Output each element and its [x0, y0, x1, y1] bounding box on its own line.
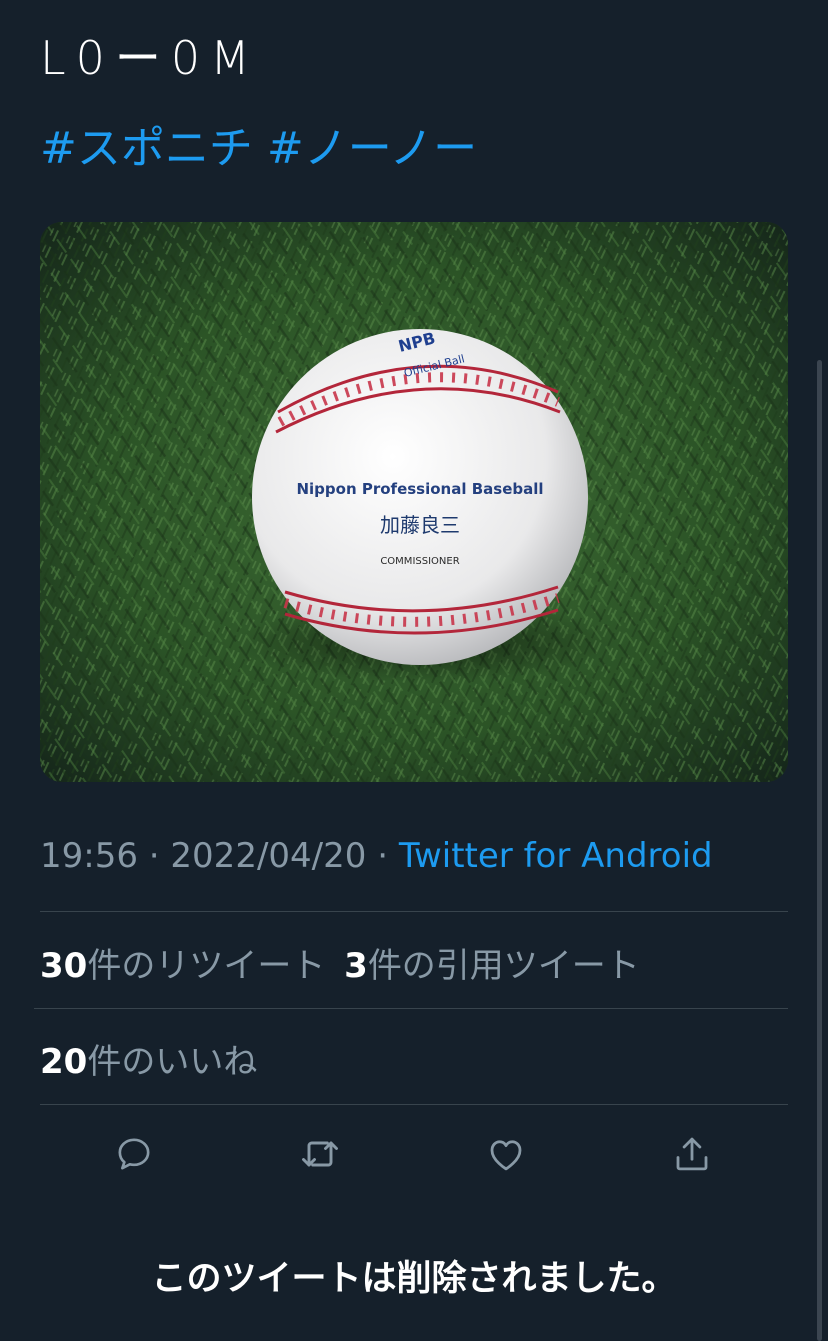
stats-row-likes: 20件のいいね — [40, 1034, 257, 1083]
tweet-text: L0ー0M — [40, 31, 260, 85]
tweet-date: 2022/04/20 — [170, 836, 367, 876]
share-button[interactable] — [666, 1128, 718, 1180]
ball-title-text: Nippon Professional Baseball — [296, 480, 543, 498]
ball-commissioner-text: COMMISSIONER — [380, 556, 459, 567]
hashtags: #スポニチ #ノーノー — [40, 112, 477, 176]
likes-count: 20 — [40, 1042, 88, 1082]
meta-separator-2: · — [377, 836, 389, 876]
tweet-meta: 19:56 · 2022/04/20 · Twitter for Android — [40, 836, 713, 876]
heart-icon — [490, 1140, 522, 1171]
share-icon — [676, 1137, 708, 1171]
like-button[interactable] — [480, 1128, 532, 1180]
divider — [40, 911, 788, 912]
hashtag-sponichi[interactable]: #スポニチ — [40, 123, 253, 174]
baseball-on-turf-image: NPB Official Ball Nippon Professional Ba… — [40, 222, 788, 782]
retweet-button[interactable] — [294, 1128, 346, 1180]
reply-button[interactable] — [108, 1128, 160, 1180]
quotes-stat[interactable]: 3件の引用ツイート — [344, 946, 640, 986]
retweets-stat[interactable]: 30件のリツイート — [40, 946, 325, 986]
tweet-time: 19:56 — [40, 836, 138, 876]
meta-separator: · — [148, 836, 160, 876]
tweet-actions-bar — [0, 1128, 828, 1180]
quotes-label: 件の引用ツイート — [367, 946, 640, 986]
scrollbar[interactable] — [817, 360, 822, 1341]
reply-icon — [118, 1138, 150, 1170]
tweet-media-image[interactable]: NPB Official Ball Nippon Professional Ba… — [40, 222, 788, 782]
quotes-count: 3 — [344, 946, 368, 986]
retweets-count: 30 — [40, 946, 88, 986]
divider — [40, 1104, 788, 1105]
retweets-label: 件のリツイート — [87, 946, 326, 986]
deleted-tweet-notice: このツイートは削除されました。 — [151, 1259, 677, 1299]
hashtag-no-no[interactable]: #ノーノー — [267, 123, 477, 174]
stats-row-retweets: 30件のリツイート 3件の引用ツイート — [40, 938, 640, 987]
likes-stat[interactable]: 20件のいいね — [40, 1042, 257, 1082]
divider — [34, 1008, 788, 1009]
likes-label: 件のいいね — [87, 1042, 258, 1082]
retweet-icon — [302, 1141, 338, 1167]
ball-signature-text: 加藤良三 — [380, 513, 460, 537]
tweet-source-link[interactable]: Twitter for Android — [399, 836, 713, 876]
